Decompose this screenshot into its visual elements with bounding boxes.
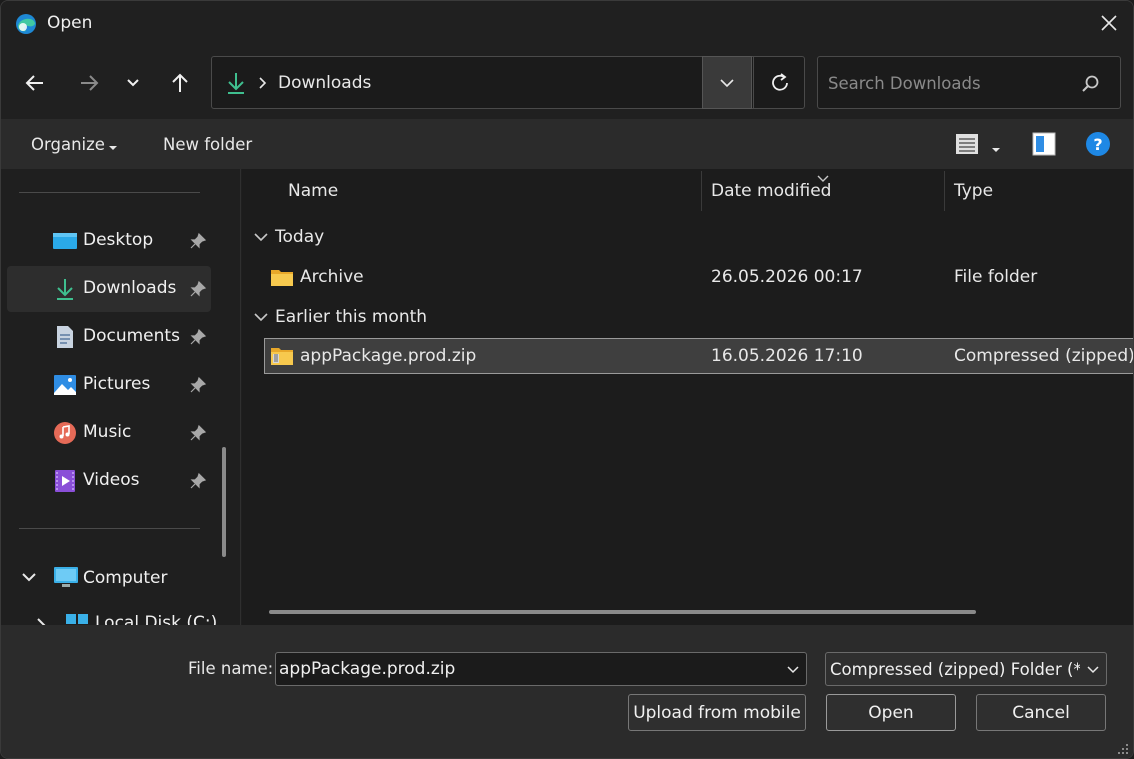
expand-chevron-icon[interactable] [19, 567, 39, 587]
column-header-date-modified[interactable]: Date modified [711, 181, 831, 201]
computer-icon [53, 565, 79, 589]
file-name-value[interactable]: appPackage.prod.zip [279, 659, 455, 679]
pin-icon[interactable] [189, 280, 207, 298]
sidebar-item-computer[interactable]: Computer [83, 568, 168, 588]
file-type-filter-select[interactable]: Compressed (zipped) Folder (*.zip) [825, 652, 1107, 686]
pin-icon[interactable] [189, 424, 207, 442]
title-bar [1, 1, 1133, 47]
pictures-icon [53, 373, 77, 397]
arrow-up-icon [172, 73, 188, 92]
sidebar-item-videos[interactable]: Videos [7, 458, 211, 504]
edge-browser-icon [14, 12, 38, 36]
search-icon[interactable] [1079, 73, 1101, 95]
folder-icon [271, 270, 293, 286]
sidebar-item-label: Pictures [83, 374, 151, 394]
organize-menu-label[interactable]: Organize [31, 135, 105, 154]
dialog-footer [1, 625, 1133, 758]
back-button[interactable] [17, 65, 53, 101]
file-row[interactable]: Archive 26.05.2026 00:17 File folder [253, 259, 1133, 295]
file-type-filter-value: Compressed (zipped) Folder (*.zip) [830, 660, 1080, 679]
sidebar-item-desktop[interactable]: Desktop [7, 218, 211, 264]
group-header-today[interactable]: Today [275, 227, 324, 247]
group-collapse-chevron-icon[interactable] [252, 228, 270, 246]
file-row-selected[interactable]: appPackage.prod.zip 16.05.2026 17:10 Com… [264, 338, 1134, 374]
arrow-left-icon [25, 75, 43, 91]
group-collapse-chevron-icon[interactable] [252, 308, 270, 326]
desktop-icon [53, 229, 77, 253]
local-disk-icon [66, 614, 88, 624]
sort-indicator-icon [817, 168, 829, 182]
file-name: Archive [300, 267, 364, 287]
music-icon [53, 421, 77, 445]
file-name: appPackage.prod.zip [300, 346, 477, 366]
close-button[interactable] [1093, 7, 1125, 39]
recent-locations-button[interactable] [115, 65, 151, 101]
sidebar-item-pictures[interactable]: Pictures [7, 362, 211, 408]
svg-text:?: ? [1093, 135, 1102, 154]
column-divider[interactable] [701, 171, 702, 211]
sidebar-divider [19, 528, 200, 529]
caret-down-icon[interactable] [108, 138, 118, 150]
preview-pane-icon[interactable] [1031, 131, 1057, 157]
refresh-button[interactable] [753, 56, 805, 109]
pin-icon[interactable] [189, 376, 207, 394]
sidebar-item-downloads[interactable]: Downloads [7, 266, 211, 312]
horizontal-scrollbar[interactable] [269, 610, 976, 614]
sidebar-item-label: Videos [83, 470, 140, 490]
chevron-down-icon[interactable] [1086, 662, 1100, 676]
forward-button[interactable] [71, 65, 107, 101]
file-type: File folder [954, 267, 1038, 287]
download-icon [225, 71, 247, 95]
zip-folder-icon [271, 348, 293, 365]
sidebar-item-label: Desktop [83, 230, 154, 250]
file-name-label: File name: [188, 659, 274, 678]
file-type: Compressed (zipped)... [954, 346, 1134, 366]
column-divider[interactable] [944, 171, 945, 211]
window-title: Open [47, 13, 93, 33]
search-placeholder: Search Downloads [828, 74, 981, 93]
documents-icon [53, 325, 77, 349]
file-date: 26.05.2026 00:17 [711, 267, 863, 287]
pin-icon[interactable] [189, 328, 207, 346]
view-options-caret-icon[interactable] [991, 140, 1001, 152]
column-header-name[interactable]: Name [288, 181, 338, 201]
open-file-dialog: Open Downloads Search Downloads Organize… [0, 0, 1134, 759]
open-button[interactable]: Open [826, 694, 956, 731]
help-icon[interactable]: ? [1085, 131, 1111, 157]
sidebar-scrollbar[interactable] [222, 447, 226, 557]
sidebar-divider [19, 192, 200, 193]
sidebar-item-local-disk[interactable]: Local Disk (C:) [1, 613, 241, 625]
up-button[interactable] [162, 65, 198, 101]
upload-from-mobile-button[interactable]: Upload from mobile [628, 694, 806, 731]
chevron-down-icon[interactable] [786, 662, 800, 676]
close-icon [1101, 15, 1117, 31]
chevron-right-icon [37, 618, 46, 625]
pin-icon[interactable] [189, 472, 207, 490]
cancel-button[interactable]: Cancel [976, 694, 1106, 731]
chevron-down-icon [127, 79, 139, 87]
breadcrumb-downloads[interactable]: Downloads [278, 73, 371, 93]
pin-icon[interactable] [189, 232, 207, 250]
refresh-icon [771, 72, 788, 91]
sidebar-item-music[interactable]: Music [7, 410, 211, 456]
chevron-down-icon [720, 78, 734, 87]
column-header-type[interactable]: Type [954, 181, 993, 201]
sidebar-item-label: Local Disk (C:) [95, 613, 218, 625]
sidebar-item-label: Downloads [83, 278, 177, 298]
address-history-dropdown[interactable] [702, 56, 752, 109]
breadcrumb-chevron-icon [257, 75, 269, 91]
new-folder-button[interactable]: New folder [163, 135, 252, 154]
download-icon [53, 277, 77, 301]
arrow-right-icon [81, 75, 99, 91]
sidebar-item-documents[interactable]: Documents [7, 314, 211, 360]
file-date: 16.05.2026 17:10 [711, 346, 863, 366]
videos-icon [53, 469, 77, 493]
group-header-earlier-this-month[interactable]: Earlier this month [275, 307, 427, 327]
sidebar-item-label: Music [83, 422, 132, 442]
view-details-icon[interactable] [955, 132, 979, 156]
resize-grip-icon[interactable] [1115, 741, 1131, 757]
sidebar-item-label: Documents [83, 326, 180, 346]
file-list-pane [242, 169, 1133, 625]
